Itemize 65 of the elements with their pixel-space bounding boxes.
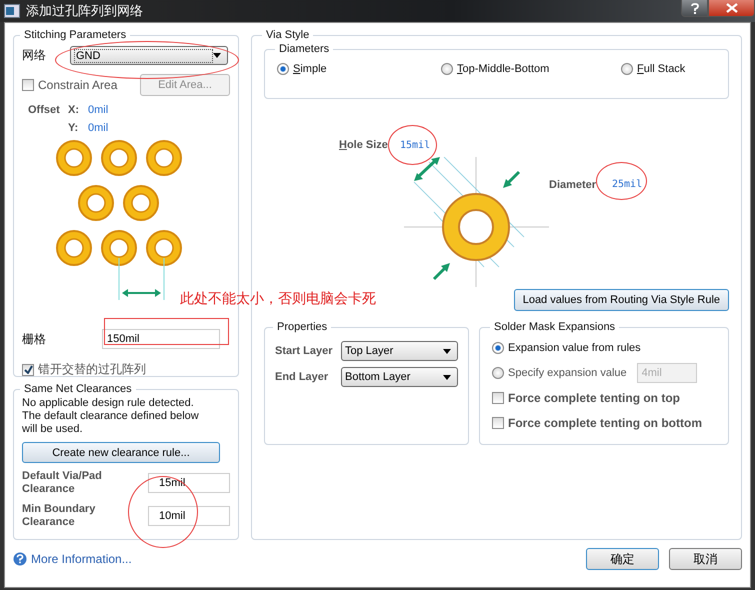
tenting-checkbox[interactable]: Force complete tenting on bottom [492, 410, 716, 435]
checkbox[interactable] [22, 79, 34, 91]
radio-button[interactable] [492, 342, 504, 354]
cancel-button[interactable]: 取消 [669, 548, 742, 570]
diameter-radio[interactable]: Simple [277, 63, 441, 75]
diameter-value: 25mil [612, 179, 642, 190]
annotation-ellipse [596, 162, 647, 200]
clearance-message: No applicable design rule detected. The default clearance defined below will be used. [22, 397, 200, 436]
close-icon [726, 3, 738, 13]
create-clearance-rule-button[interactable]: Create new clearance rule... [22, 442, 220, 463]
constrain-area-checkbox[interactable]: Constrain Area [22, 78, 118, 92]
group-title: Via Style [265, 29, 310, 41]
start-layer-dropdown[interactable]: Top Layer [341, 341, 458, 361]
radio-button[interactable] [621, 63, 633, 75]
net-label: 网络 [22, 47, 47, 64]
diameter-label: Diameter [549, 179, 596, 191]
annotation-ellipse [388, 125, 437, 165]
group-title: Properties [276, 321, 328, 333]
hole-size-value: 15mil [400, 140, 430, 151]
dropdown-arrow-icon [443, 374, 451, 380]
clearance-label: Min Boundary Clearance [22, 503, 96, 529]
load-values-button[interactable]: Load values from Routing Via Style Rule [514, 289, 729, 311]
group-title: Same Net Clearances [23, 383, 133, 395]
end-layer-dropdown[interactable]: Bottom Layer [341, 367, 458, 387]
checkbox[interactable] [492, 392, 504, 404]
offset-y-label: Y: [68, 122, 80, 134]
clearance-field[interactable]: 10mil [148, 506, 230, 526]
radio-button[interactable] [277, 63, 289, 75]
checkbox[interactable] [22, 364, 34, 376]
checkbox[interactable] [492, 416, 504, 428]
stagger-checkbox[interactable]: 错开交替的过孔阵列 [22, 361, 230, 378]
help-button[interactable] [681, 0, 708, 17]
grid-size-field[interactable]: 150mil [102, 329, 220, 349]
offset-y-value: 0mil [88, 122, 110, 134]
tenting-checkbox[interactable]: Force complete tenting on top [492, 385, 716, 410]
app-icon [4, 4, 20, 18]
annotation-note: 此处不能太小，否则电脑会卡死 [180, 290, 376, 308]
more-information-link[interactable]: More Information... [13, 552, 132, 566]
radio-button[interactable] [492, 366, 504, 378]
annotation-ellipse [128, 476, 198, 548]
offset-x-value: 0mil [88, 104, 110, 116]
close-button[interactable] [708, 0, 755, 17]
help-icon [13, 552, 27, 566]
group-title: Stitching Parameters [23, 29, 128, 41]
grid-label: 栅格 [22, 330, 47, 348]
diameter-radio[interactable]: Full Stack [621, 63, 716, 75]
help-icon [690, 2, 698, 14]
net-dropdown[interactable]: GND [70, 46, 228, 65]
end-layer-label: End Layer [275, 371, 328, 383]
expansion-radio[interactable]: Specify expansion value [492, 366, 627, 378]
radio-button[interactable] [441, 63, 453, 75]
clearance-field[interactable]: 15mil [148, 473, 230, 493]
diameter-radio[interactable]: Top-Middle-Bottom [441, 63, 621, 75]
dropdown-arrow-icon [213, 53, 221, 58]
ok-button[interactable]: 确定 [586, 548, 659, 570]
clearance-label: Default Via/Pad Clearance [22, 470, 103, 496]
offset-label: Offset [28, 104, 61, 116]
dropdown-arrow-icon [443, 348, 451, 354]
offset-x-label: X: [68, 104, 80, 116]
group-title: Solder Mask Expansions [493, 321, 616, 333]
start-layer-label: Start Layer [275, 345, 332, 357]
group-title: Diameters [278, 43, 330, 55]
expansion-radio[interactable]: Expansion value from rules [492, 342, 641, 354]
window-title: 添加过孔阵列到网络 [26, 2, 143, 20]
hole-size-label: Hole Size [339, 139, 388, 151]
